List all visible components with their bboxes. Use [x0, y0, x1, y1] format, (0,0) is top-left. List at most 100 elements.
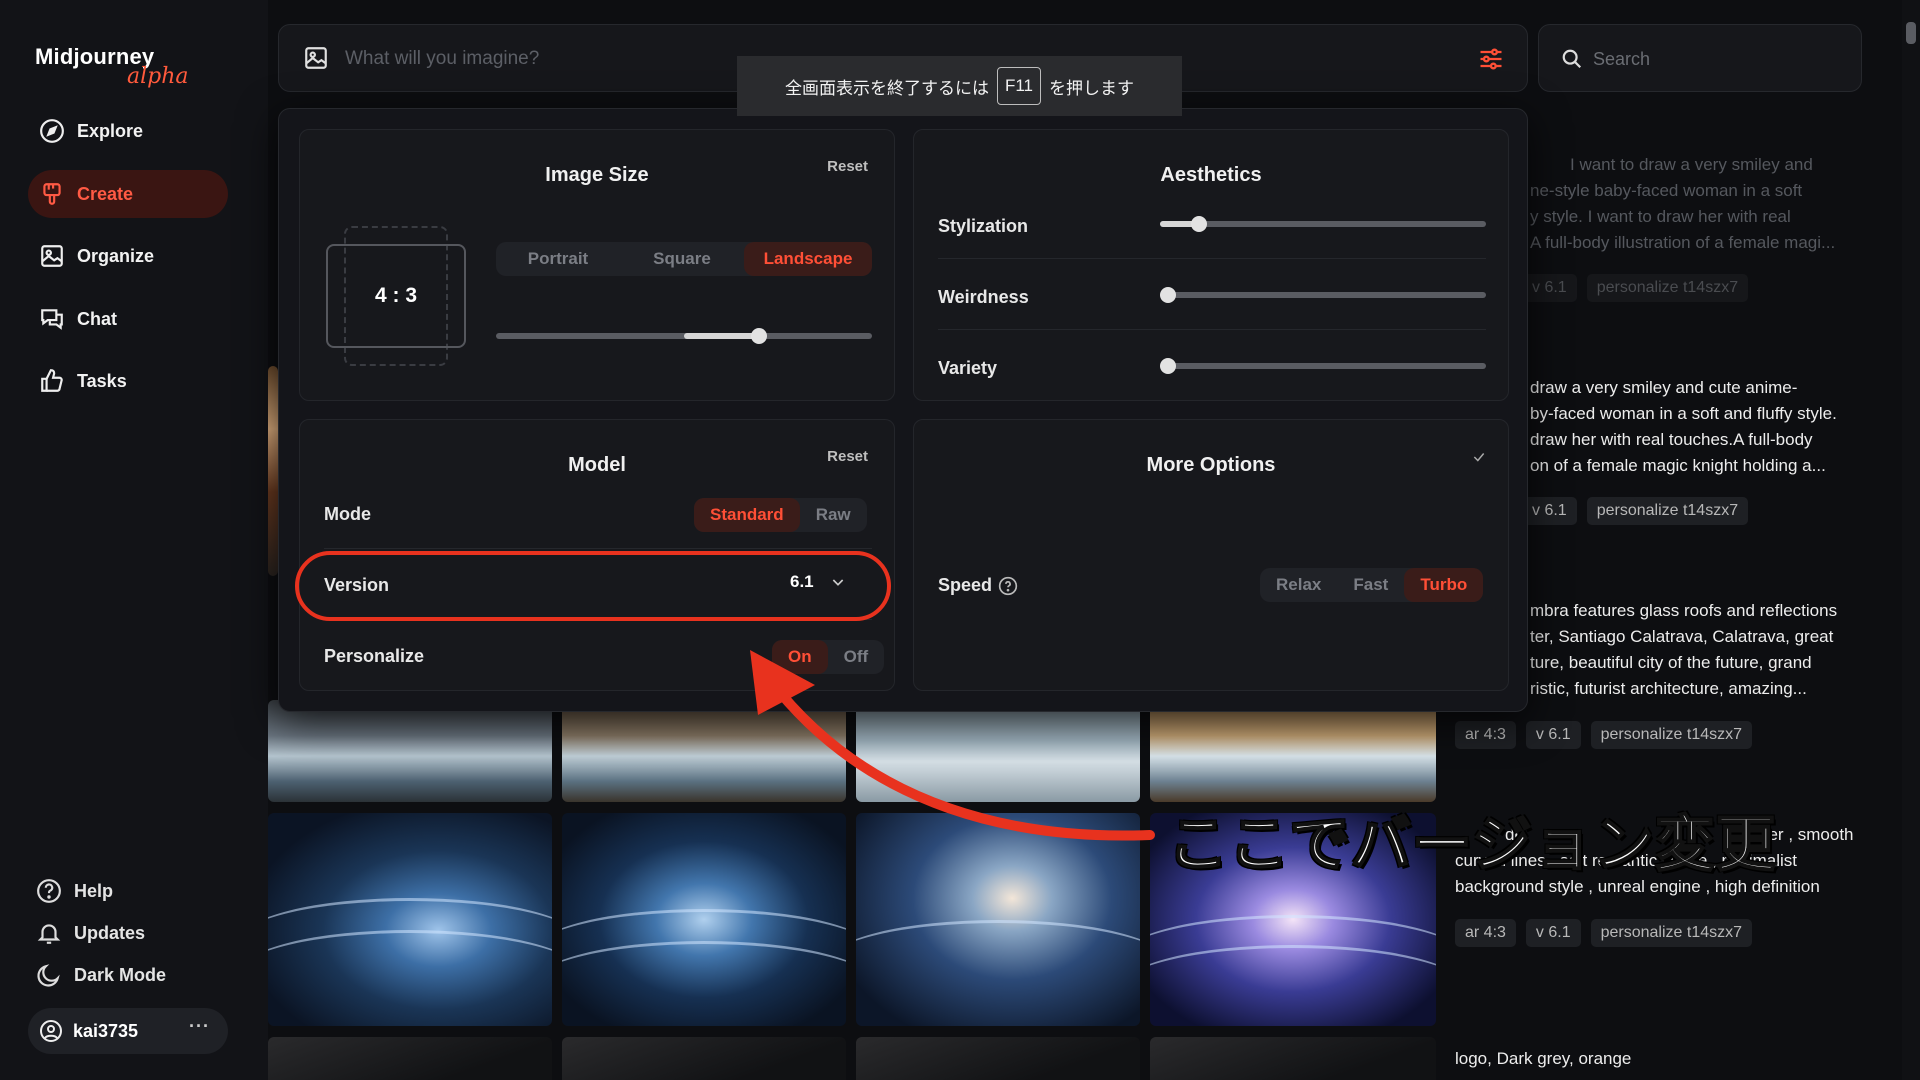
- collapse-check-icon[interactable]: [1472, 450, 1486, 464]
- moon-icon: [37, 964, 60, 987]
- tag-version: v 6.1: [1522, 497, 1577, 525]
- divider: [938, 258, 1486, 259]
- username: kai3735: [73, 1020, 139, 1041]
- gallery-image[interactable]: [268, 1037, 552, 1080]
- prompt-text[interactable]: mbra features glass roofs and reflection…: [1530, 598, 1920, 702]
- sidebar-item-label: Updates: [74, 922, 146, 943]
- tag-personalize: personalize t14szx7: [1590, 721, 1753, 749]
- orientation-toggle: Portrait Square Landscape: [496, 242, 872, 276]
- weirdness-slider[interactable]: [1160, 287, 1486, 303]
- more-options-icon[interactable]: ···: [189, 1016, 210, 1037]
- gallery-image[interactable]: [268, 366, 278, 576]
- speed-toggle: Relax Fast Turbo: [1260, 568, 1484, 602]
- prompt-line: y style. I want to draw her with real: [1530, 207, 1791, 226]
- image-size-card: Image Size Reset 4 : 3 Portrait Square L…: [299, 129, 895, 401]
- tag-aspect: ar 4:3: [1455, 919, 1516, 947]
- prompt-text[interactable]: draw a very smiley and cute anime- by-fa…: [1530, 375, 1920, 479]
- slider-handle[interactable]: [751, 328, 768, 344]
- info-icon[interactable]: [998, 576, 1018, 596]
- bell-icon: [37, 924, 61, 944]
- prompt-tags: v 6.1 personalize t14szx7: [1522, 497, 1749, 525]
- variety-slider[interactable]: [1160, 358, 1486, 374]
- reset-button[interactable]: Reset: [827, 448, 868, 465]
- reset-button[interactable]: Reset: [827, 158, 868, 175]
- sidebar-item-updates[interactable]: Updates: [36, 920, 145, 946]
- chat-icon: [41, 309, 63, 330]
- orientation-portrait[interactable]: Portrait: [496, 242, 620, 276]
- sidebar-item-create[interactable]: Create: [28, 170, 228, 218]
- speed-turbo[interactable]: Turbo: [1404, 568, 1484, 602]
- app-logo[interactable]: Midjourney alpha: [35, 44, 189, 89]
- sidebar-item-help[interactable]: Help: [36, 878, 113, 904]
- prompt-line: draw her with real touches.A full-body: [1530, 430, 1813, 449]
- orientation-landscape[interactable]: Landscape: [744, 242, 872, 276]
- prompt-text[interactable]: I want to draw a very smiley and ne-styl…: [1530, 152, 1920, 256]
- card-title: Image Size: [545, 164, 649, 186]
- slider-handle[interactable]: [1191, 216, 1208, 232]
- speed-relax[interactable]: Relax: [1260, 568, 1337, 602]
- user-icon: [40, 1020, 62, 1042]
- prompt-line: ristic, futurist architecture, amazing..…: [1530, 679, 1807, 698]
- gallery-image[interactable]: [1150, 700, 1436, 802]
- sidebar-item-dark-mode[interactable]: Dark Mode: [36, 962, 166, 988]
- slider-handle[interactable]: [1160, 287, 1176, 303]
- image-upload-icon[interactable]: [303, 45, 329, 71]
- slider-handle[interactable]: [1160, 358, 1176, 374]
- stylization-label: Stylization: [938, 216, 1029, 236]
- prompt-text[interactable]: logo, Dark grey, orange: [1455, 1046, 1865, 1072]
- aspect-ratio-slider[interactable]: [496, 328, 872, 344]
- sidebar-item-chat[interactable]: Chat: [28, 295, 228, 343]
- fullscreen-toast: 全画面表示を終了するには F11 を押します: [737, 56, 1182, 116]
- gallery-image[interactable]: [1150, 1037, 1436, 1080]
- sidebar-item-label: Help: [74, 880, 114, 901]
- settings-panel: Image Size Reset 4 : 3 Portrait Square L…: [278, 108, 1528, 712]
- prompt-line: logo, Dark grey, orange: [1455, 1049, 1632, 1068]
- slider-track: [1160, 221, 1486, 227]
- prompt-line: I want to draw a very smiley and: [1570, 155, 1813, 174]
- tag-aspect: ar 4:3: [1455, 721, 1516, 749]
- search-icon: [1562, 49, 1582, 69]
- prompt-line: ne-style baby-faced woman in a soft: [1530, 181, 1803, 200]
- card-title: Aesthetics: [1160, 164, 1262, 186]
- mode-label: Mode: [324, 504, 371, 524]
- logo-sub: alpha: [127, 64, 189, 89]
- divider: [324, 548, 872, 549]
- card-title: Model: [568, 454, 626, 476]
- sidebar-item-label: Dark Mode: [74, 964, 167, 985]
- sidebar-item-tasks[interactable]: Tasks: [28, 357, 228, 405]
- mode-toggle: Standard Raw: [694, 498, 867, 532]
- sidebar: Midjourney alpha Explore Create Organize…: [0, 0, 268, 1080]
- weirdness-label: Weirdness: [938, 287, 1029, 307]
- slider-track: [1160, 292, 1486, 298]
- user-account[interactable]: kai3735 ···: [28, 1008, 228, 1054]
- prompt-line: ture, beautiful city of the future, gran…: [1530, 653, 1812, 672]
- prompt-line: A full-body illustration of a female mag…: [1530, 233, 1836, 252]
- gallery-image[interactable]: [268, 700, 552, 802]
- aesthetics-card: Aesthetics Stylization Weirdness Variety: [913, 129, 1509, 401]
- annotation-caption: ここでバージョン変更: [1167, 809, 1777, 881]
- slider-track: [1160, 363, 1486, 369]
- sidebar-item-explore[interactable]: Explore: [28, 107, 228, 155]
- scrollbar-thumb[interactable]: [1906, 22, 1916, 44]
- prompt-tags: ar 4:3 v 6.1 personalize t14szx7: [1455, 721, 1753, 749]
- settings-sliders-icon[interactable]: [1477, 45, 1505, 73]
- search-bar[interactable]: Search: [1538, 24, 1862, 92]
- sidebar-item-organize[interactable]: Organize: [28, 232, 228, 280]
- wave-decoration: [268, 930, 552, 1015]
- tag-personalize: personalize t14szx7: [1586, 274, 1749, 302]
- mode-raw[interactable]: Raw: [800, 498, 867, 532]
- stylization-slider[interactable]: [1160, 216, 1486, 232]
- prompt-line: ter, Santiago Calatrava, Calatrava, grea…: [1530, 627, 1834, 646]
- aspect-ratio-display: 4 : 3: [326, 244, 466, 348]
- tag-personalize: personalize t14szx7: [1590, 919, 1753, 947]
- gallery-image[interactable]: [856, 1037, 1140, 1080]
- orientation-square[interactable]: Square: [620, 242, 744, 276]
- scrollbar[interactable]: [1902, 0, 1920, 1080]
- search-input[interactable]: Search: [1593, 49, 1650, 70]
- gallery-image[interactable]: [562, 1037, 846, 1080]
- mode-standard[interactable]: Standard: [694, 498, 800, 532]
- gallery-image[interactable]: [268, 813, 552, 1026]
- speed-fast[interactable]: Fast: [1337, 568, 1404, 602]
- prompt-line: mbra features glass roofs and reflection…: [1530, 601, 1838, 620]
- imagine-input[interactable]: What will you imagine?: [345, 48, 539, 70]
